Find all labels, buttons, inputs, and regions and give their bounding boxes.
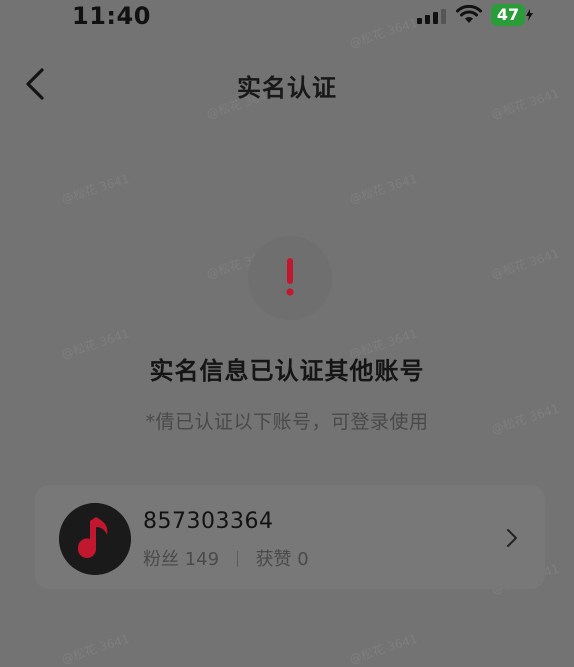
warning-badge bbox=[248, 236, 332, 320]
account-stats: 粉丝 149 获赞 0 bbox=[143, 545, 309, 571]
fans-count: 149 bbox=[184, 549, 220, 570]
status-time: 11:40 bbox=[72, 2, 151, 30]
fans-label: 粉丝 bbox=[143, 549, 179, 570]
likes-count: 0 bbox=[297, 549, 309, 570]
watermark: @松花 3641 bbox=[489, 246, 561, 282]
signal-icon bbox=[417, 9, 446, 24]
avatar bbox=[59, 503, 131, 575]
account-card[interactable]: 857303364 粉丝 149 获赞 0 bbox=[35, 485, 545, 589]
wifi-icon bbox=[456, 5, 482, 23]
sub-note: *倩已认证以下账号，可登录使用 bbox=[145, 411, 429, 433]
watermark: @松花 3641 bbox=[347, 631, 419, 667]
exclamation-icon bbox=[286, 258, 294, 296]
page-title: 实名认证 bbox=[237, 74, 337, 102]
music-note-icon bbox=[59, 503, 131, 575]
battery-level: 47 bbox=[491, 4, 525, 26]
status-bar: 11:40 47 bbox=[0, 0, 574, 34]
battery-charging-icon: 47 bbox=[491, 4, 535, 26]
chevron-right-icon[interactable] bbox=[505, 527, 519, 549]
nav-bar: 实名认证 bbox=[0, 58, 574, 110]
stats-divider bbox=[236, 551, 238, 567]
watermark: @松花 3641 bbox=[59, 171, 131, 207]
watermark: @松花 3641 bbox=[347, 171, 419, 207]
main-heading: 实名信息已认证其他账号 bbox=[149, 357, 425, 385]
watermark: @松花 3641 bbox=[59, 631, 131, 667]
charging-bolt-icon bbox=[526, 9, 533, 21]
account-id: 857303364 bbox=[143, 509, 274, 534]
likes-label: 获赞 bbox=[255, 549, 292, 570]
